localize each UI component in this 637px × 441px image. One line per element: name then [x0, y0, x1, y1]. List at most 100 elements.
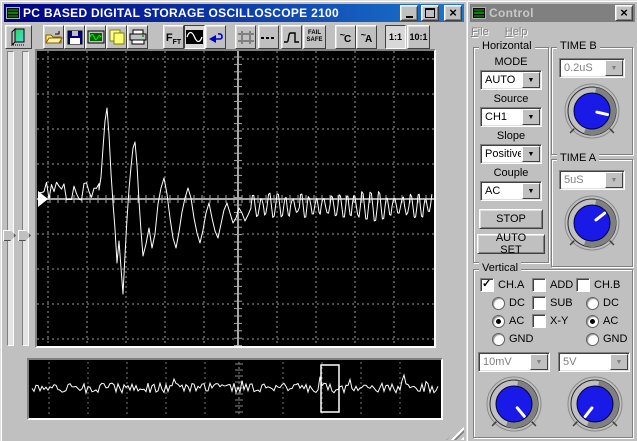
cha-position-slider-thumb[interactable] [3, 230, 16, 241]
capture-button[interactable] [85, 25, 106, 49]
print-button[interactable] [127, 25, 148, 49]
open-folder-icon [44, 30, 63, 43]
mode-select[interactable]: AUTO ▼ [480, 70, 542, 90]
grid-toggle-button[interactable] [235, 25, 256, 49]
time-b-select: 0.2uS ▼ [559, 58, 625, 78]
exit-button[interactable] [5, 25, 32, 49]
add-checkbox[interactable]: ADD [532, 278, 573, 292]
pulse-trigger-button[interactable] [281, 25, 302, 49]
time-a-group: TIME A 5uS ▼ [551, 152, 633, 267]
time-b-group-label: TIME B [557, 40, 600, 52]
time-b-knob[interactable] [561, 80, 623, 142]
control-title: Control [489, 6, 534, 20]
main-waveform-plot [37, 51, 434, 347]
overview-display[interactable] [27, 358, 443, 420]
slope-select[interactable]: Positive ▼ [480, 144, 542, 164]
chb-dc-radio[interactable]: DC [586, 296, 619, 310]
undo-arrow-icon [209, 32, 223, 43]
failsafe-button[interactable]: FAIL SAFE [303, 25, 326, 49]
stop-button[interactable]: STOP [479, 209, 543, 229]
horizontal-group: Horizontal MODE AUTO ▼ Source CH1 ▼ Slop… [473, 40, 549, 263]
probe-10-1-button[interactable]: 10:1 [407, 25, 430, 49]
close-icon [449, 8, 457, 19]
slope-select-arrow-icon[interactable]: ▼ [522, 146, 540, 162]
pulse-trigger-icon [283, 31, 299, 43]
mode-label: MODE [494, 56, 528, 68]
control-close-button[interactable] [615, 5, 633, 21]
window-title: PC BASED DIGITAL STORAGE OSCILLOSCOPE 21… [23, 6, 339, 20]
cha-volts-select: 10mV ▼ [478, 352, 550, 372]
resize-grip[interactable] [446, 425, 464, 440]
slope-label: Slope [496, 130, 526, 142]
chb-position-slider-thumb[interactable] [18, 230, 31, 241]
close-button[interactable] [444, 5, 462, 21]
time-b-group: TIME B 0.2uS ▼ [551, 40, 633, 155]
cha-position-slider-track[interactable] [7, 51, 14, 346]
sine-display-icon [186, 30, 203, 44]
control-close-icon [620, 8, 628, 19]
cha-ac-radio[interactable]: AC [492, 314, 524, 328]
mode-select-arrow-icon[interactable]: ▼ [522, 72, 540, 88]
copy-notes-button[interactable] [106, 25, 127, 49]
notes-copy-icon [109, 29, 124, 45]
couple-label: Couple [493, 167, 529, 179]
horizontal-group-label: Horizontal [479, 40, 535, 52]
undo-button[interactable] [205, 25, 226, 49]
control-app-icon [472, 7, 486, 19]
minimize-icon [405, 15, 413, 18]
probe-1-1-button[interactable]: 1:1 [385, 25, 406, 49]
cha-volts-arrow-icon: ▼ [530, 354, 548, 370]
couple-select[interactable]: AC ▼ [480, 181, 542, 201]
floppy-disk-icon [67, 30, 82, 44]
dotted-line-button[interactable] [258, 25, 279, 49]
desktop: PC BASED DIGITAL STORAGE OSCILLOSCOPE 21… [0, 0, 637, 441]
minimize-button[interactable] [400, 5, 418, 21]
chb-checkbox[interactable]: CH.B [576, 278, 620, 292]
vertical-group: Vertical CH.A ADD CH.B DC SUB [473, 262, 633, 438]
time-a-knob[interactable] [561, 192, 623, 254]
degauss-a-button[interactable]: ~A [356, 25, 377, 49]
control-menubar: File Help [471, 24, 634, 40]
xy-checkbox[interactable]: X-Y [532, 314, 568, 328]
control-window: Control File Help Horizontal MODE AUTO ▼… [466, 0, 637, 441]
waveform-display-button[interactable] [184, 25, 205, 49]
time-a-select-arrow-icon: ▼ [605, 172, 623, 188]
cha-checkbox[interactable]: CH.A [480, 277, 524, 292]
cha-gnd-radio[interactable]: GND [492, 332, 533, 346]
fft-button[interactable]: FFT [163, 25, 184, 49]
main-titlebar: PC BASED DIGITAL STORAGE OSCILLOSCOPE 21… [4, 4, 464, 22]
main-scope-display [35, 49, 436, 348]
oscilloscope-window: PC BASED DIGITAL STORAGE OSCILLOSCOPE 21… [0, 0, 468, 441]
couple-select-arrow-icon[interactable]: ▼ [522, 183, 540, 199]
tilde-a-icon: ~A [360, 29, 373, 45]
open-button[interactable] [43, 25, 64, 49]
time-b-select-arrow-icon: ▼ [605, 60, 623, 76]
cha-dc-radio[interactable]: DC [492, 296, 525, 310]
degauss-c-button[interactable]: ~C [335, 25, 356, 49]
chb-ac-radio[interactable]: AC [586, 314, 618, 328]
auto-set-button[interactable]: AUTO SET [477, 232, 545, 256]
grid-icon [237, 30, 254, 44]
vertical-group-label: Vertical [479, 262, 522, 274]
chb-position-slider-track[interactable] [22, 51, 29, 346]
menu-file[interactable]: File [471, 26, 489, 38]
fft-icon: FFT [165, 31, 182, 46]
save-button[interactable] [64, 25, 85, 49]
screen-capture-icon [87, 30, 104, 43]
source-select[interactable]: CH1 ▼ [480, 107, 542, 127]
chb-gain-knob[interactable] [564, 373, 626, 435]
sub-checkbox[interactable]: SUB [532, 296, 573, 310]
tilde-c-icon: ~C [339, 29, 352, 45]
chb-gnd-radio[interactable]: GND [586, 332, 627, 346]
app-icon [6, 7, 20, 19]
overview-waveform-plot [29, 360, 441, 418]
time-a-select: 5uS ▼ [559, 170, 625, 190]
maximize-icon [425, 8, 435, 18]
cha-gain-knob[interactable] [483, 373, 545, 435]
menu-help[interactable]: Help [505, 26, 528, 38]
maximize-button[interactable] [421, 5, 439, 21]
time-a-group-label: TIME A [557, 152, 600, 164]
source-select-arrow-icon[interactable]: ▼ [522, 109, 540, 125]
chb-volts-arrow-icon: ▼ [610, 354, 628, 370]
source-label: Source [493, 93, 529, 105]
